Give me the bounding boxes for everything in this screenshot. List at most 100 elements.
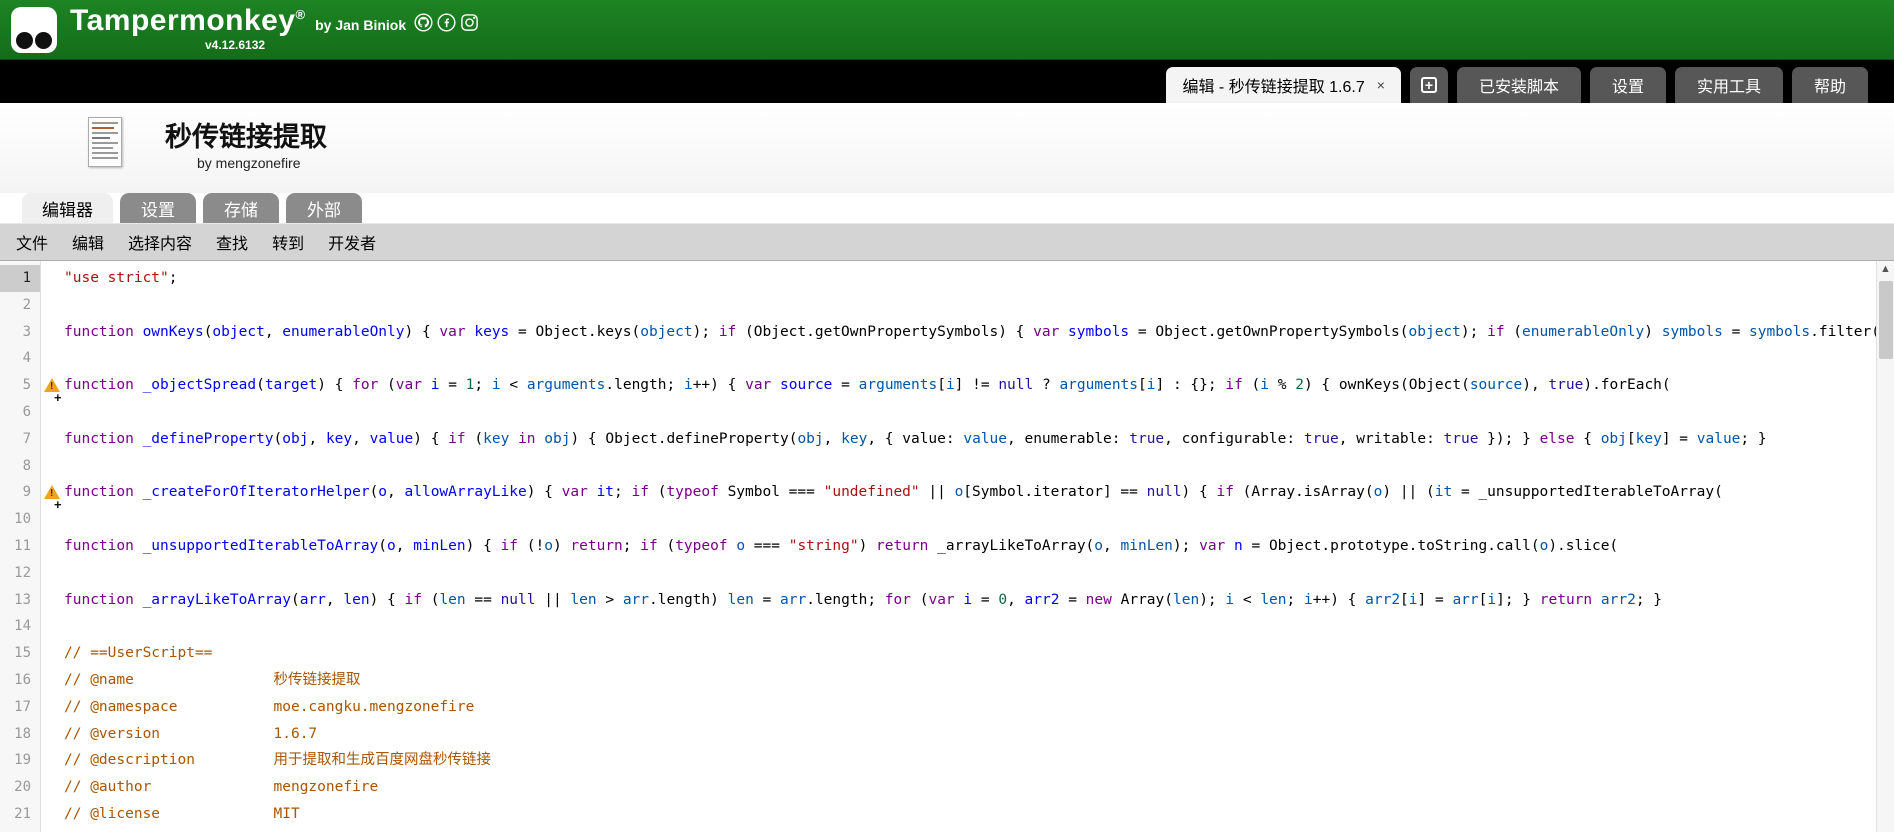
script-file-icon bbox=[88, 117, 122, 167]
add-tab-button[interactable]: + bbox=[1410, 67, 1448, 103]
menu-developer[interactable]: 开发者 bbox=[316, 230, 388, 254]
code-text bbox=[40, 453, 64, 480]
code-editor[interactable]: 1"use strict";23function ownKeys(object,… bbox=[0, 261, 1894, 832]
code-text bbox=[40, 292, 64, 319]
code-line[interactable]: 18// @version 1.6.7 bbox=[0, 721, 1894, 748]
line-number: 4 bbox=[0, 345, 40, 372]
line-number: 10 bbox=[0, 506, 40, 533]
code-line[interactable]: 19// @description 用于提取和生成百度网盘秒传链接 bbox=[0, 747, 1894, 774]
section-tab-settings[interactable]: 设置 bbox=[120, 193, 196, 223]
line-number: 12 bbox=[0, 560, 40, 587]
plus-icon: + bbox=[1421, 77, 1437, 93]
tampermonkey-logo-icon bbox=[11, 7, 57, 53]
line-number: 13 bbox=[0, 587, 40, 614]
code-text: // @version 1.6.7 bbox=[40, 721, 317, 748]
line-number: 9 bbox=[0, 479, 40, 506]
section-tab-storage[interactable]: 存储 bbox=[203, 193, 279, 223]
editor-menubar: 文件编辑选择内容查找转到开发者 bbox=[0, 223, 1894, 261]
code-text bbox=[40, 399, 64, 426]
lint-warning-icon[interactable]: + bbox=[44, 378, 60, 392]
line-number: 1 bbox=[0, 265, 40, 292]
code-text bbox=[40, 613, 64, 640]
code-line[interactable]: 4 bbox=[0, 345, 1894, 372]
code-text: function _arrayLikeToArray(arr, len) { i… bbox=[40, 587, 1662, 614]
app-title: Tampermonkey bbox=[70, 4, 296, 38]
instagram-icon[interactable] bbox=[460, 13, 479, 32]
menu-edit[interactable]: 编辑 bbox=[60, 230, 116, 254]
section-tab-bar: 编辑器设置存储外部 bbox=[0, 193, 1894, 223]
code-text: // @supportURL https://github.com/mengzo… bbox=[40, 828, 570, 832]
tab-help[interactable]: 帮助 bbox=[1792, 67, 1868, 103]
tab-settings[interactable]: 设置 bbox=[1590, 67, 1666, 103]
code-line[interactable]: 11function _unsupportedIterableToArray(o… bbox=[0, 533, 1894, 560]
code-line[interactable]: 17// @namespace moe.cangku.mengzonefire bbox=[0, 694, 1894, 721]
code-text: // @name 秒传链接提取 bbox=[40, 667, 361, 694]
tab-utilities[interactable]: 实用工具 bbox=[1675, 67, 1783, 103]
line-number: 3 bbox=[0, 319, 40, 346]
code-line[interactable]: 5+function _objectSpread(target) { for (… bbox=[0, 372, 1894, 399]
tab-installed-scripts[interactable]: 已安装脚本 bbox=[1457, 67, 1581, 103]
close-icon[interactable]: × bbox=[1377, 77, 1385, 93]
browser-tab-bar: 编辑 - 秒传链接提取 1.6.7 × + 已安装脚本设置实用工具帮助 bbox=[0, 60, 1894, 103]
line-number: 11 bbox=[0, 533, 40, 560]
code-line[interactable]: 12 bbox=[0, 560, 1894, 587]
code-line[interactable]: 10 bbox=[0, 506, 1894, 533]
line-number: 21 bbox=[0, 801, 40, 828]
code-line[interactable]: 8 bbox=[0, 453, 1894, 480]
section-tab-externals[interactable]: 外部 bbox=[286, 193, 362, 223]
github-icon[interactable] bbox=[414, 13, 433, 32]
script-title: 秒传链接提取 bbox=[165, 115, 327, 154]
menu-file[interactable]: 文件 bbox=[4, 230, 60, 254]
code-text: function ownKeys(object, enumerableOnly)… bbox=[40, 319, 1880, 346]
app-byline: by Jan Biniok bbox=[315, 17, 406, 33]
menu-goto[interactable]: 转到 bbox=[260, 230, 316, 254]
code-line[interactable]: 2 bbox=[0, 292, 1894, 319]
code-line[interactable]: 20// @author mengzonefire bbox=[0, 774, 1894, 801]
active-tab-label: 编辑 - 秒传链接提取 1.6.7 bbox=[1182, 73, 1364, 97]
code-text: function _unsupportedIterableToArray(o, … bbox=[40, 533, 1618, 560]
tab-edit-script-active[interactable]: 编辑 - 秒传链接提取 1.6.7 × bbox=[1166, 67, 1400, 103]
code-line[interactable]: 16// @name 秒传链接提取 bbox=[0, 667, 1894, 694]
section-tab-editor[interactable]: 编辑器 bbox=[22, 193, 113, 223]
line-number: 5 bbox=[0, 372, 40, 399]
line-number: 17 bbox=[0, 694, 40, 721]
code-line[interactable]: 13function _arrayLikeToArray(arr, len) {… bbox=[0, 587, 1894, 614]
code-line[interactable]: 1"use strict"; bbox=[0, 265, 1894, 292]
menu-find[interactable]: 查找 bbox=[204, 230, 260, 254]
registered-mark: ® bbox=[296, 7, 306, 22]
script-header: 秒传链接提取 by mengzonefire bbox=[0, 103, 1894, 193]
line-number: 7 bbox=[0, 426, 40, 453]
line-number: 22 bbox=[0, 828, 40, 832]
code-text: // @author mengzonefire bbox=[40, 774, 378, 801]
code-line[interactable]: 22// @supportURL https://github.com/meng… bbox=[0, 828, 1894, 832]
vertical-scrollbar[interactable]: ▲ bbox=[1876, 261, 1894, 832]
line-number: 16 bbox=[0, 667, 40, 694]
code-text bbox=[40, 506, 64, 533]
code-text bbox=[40, 345, 64, 372]
script-author: by mengzonefire bbox=[197, 155, 301, 171]
line-number: 6 bbox=[0, 399, 40, 426]
code-line[interactable]: 3function ownKeys(object, enumerableOnly… bbox=[0, 319, 1894, 346]
code-line[interactable]: 14 bbox=[0, 613, 1894, 640]
menu-selection[interactable]: 选择内容 bbox=[116, 230, 204, 254]
code-line[interactable]: 9 +function _createForOfIteratorHelper(o,… bbox=[0, 479, 1894, 506]
line-number: 19 bbox=[0, 747, 40, 774]
line-number: 14 bbox=[0, 613, 40, 640]
lint-warning-icon[interactable]: + bbox=[44, 485, 60, 499]
code-text: // ==UserScript== bbox=[40, 640, 212, 667]
code-text: function _createForOfIteratorHelper(o, a… bbox=[40, 479, 1723, 506]
facebook-icon[interactable] bbox=[437, 13, 456, 32]
code-text: // @namespace moe.cangku.mengzonefire bbox=[40, 694, 474, 721]
scroll-up-arrow-icon[interactable]: ▲ bbox=[1877, 261, 1894, 279]
code-text bbox=[40, 560, 64, 587]
code-line[interactable]: 15// ==UserScript== bbox=[0, 640, 1894, 667]
code-text: function _defineProperty(obj, key, value… bbox=[40, 426, 1775, 453]
code-line[interactable]: 21// @license MIT bbox=[0, 801, 1894, 828]
code-line[interactable]: 7function _defineProperty(obj, key, valu… bbox=[0, 426, 1894, 453]
code-text: // @description 用于提取和生成百度网盘秒传链接 bbox=[40, 747, 491, 774]
code-line[interactable]: 6 bbox=[0, 399, 1894, 426]
line-number: 2 bbox=[0, 292, 40, 319]
scrollbar-thumb[interactable] bbox=[1879, 281, 1893, 359]
line-number: 20 bbox=[0, 774, 40, 801]
line-number: 15 bbox=[0, 640, 40, 667]
